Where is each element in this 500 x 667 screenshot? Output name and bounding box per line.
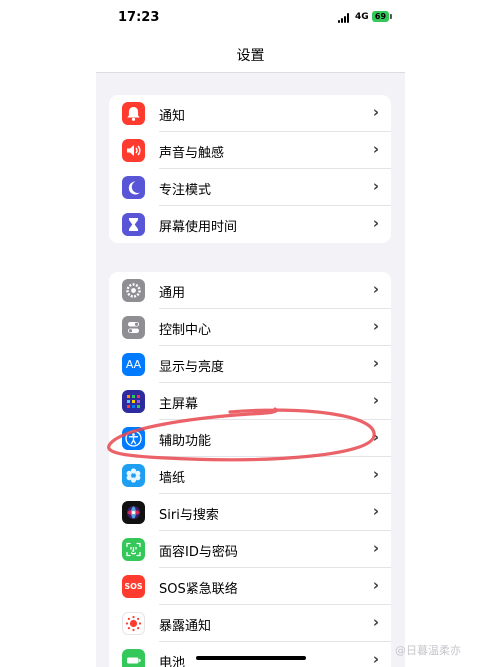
network-type: 4G xyxy=(355,12,369,22)
highlight-annotation xyxy=(107,407,376,462)
chevron-right-icon: › xyxy=(372,177,379,195)
battery-level-icon: 69 xyxy=(372,11,392,22)
chevron-right-icon: › xyxy=(372,140,379,158)
settings-screen: 17:23 4G 69 设置 通知 › 声音与触感 › 专注模式 › 屏幕使用时… xyxy=(96,0,405,667)
settings-row-label: SOS紧急联络 xyxy=(159,582,238,597)
settings-row-label: 控制中心 xyxy=(159,323,212,338)
settings-row-label: 暴露通知 xyxy=(159,619,212,634)
exposure-icon xyxy=(122,612,145,635)
settings-row-label: 专注模式 xyxy=(159,183,212,198)
toggle-switches-icon xyxy=(122,316,145,339)
chevron-right-icon: › xyxy=(372,354,379,372)
chevron-right-icon: › xyxy=(372,576,379,594)
gear-icon xyxy=(122,279,145,302)
settings-row-battery[interactable]: 电池 › xyxy=(109,642,391,667)
settings-row-face-id[interactable]: 面容ID与密码 › xyxy=(109,531,391,568)
chevron-right-icon: › xyxy=(372,317,379,335)
settings-row-label: 电池 xyxy=(159,656,186,667)
settings-row-label: 通用 xyxy=(159,286,186,301)
chevron-right-icon: › xyxy=(372,613,379,631)
status-bar: 17:23 4G 69 xyxy=(96,0,405,36)
settings-row-general[interactable]: 通用 › xyxy=(109,272,391,309)
chevron-right-icon: › xyxy=(372,650,379,667)
settings-row-exposure-notifications[interactable]: 暴露通知 › xyxy=(109,605,391,642)
speaker-icon xyxy=(122,139,145,162)
battery-icon xyxy=(122,649,145,667)
settings-row-screen-time[interactable]: 屏幕使用时间 › xyxy=(109,206,391,243)
bell-icon xyxy=(122,102,145,125)
cellular-signal-icon xyxy=(338,13,352,23)
watermark-text: @日暮温柔亦 xyxy=(395,644,461,657)
settings-row-label: 面容ID与密码 xyxy=(159,545,238,560)
settings-row-siri[interactable]: Siri与搜索 › xyxy=(109,494,391,531)
chevron-right-icon: › xyxy=(372,280,379,298)
chevron-right-icon: › xyxy=(372,502,379,520)
hourglass-icon xyxy=(122,213,145,236)
chevron-right-icon: › xyxy=(372,539,379,557)
status-time: 17:23 xyxy=(118,10,160,25)
face-id-icon xyxy=(122,538,145,561)
settings-row-label: 通知 xyxy=(159,109,186,124)
settings-row-label: 显示与亮度 xyxy=(159,360,225,375)
siri-icon xyxy=(122,501,145,524)
page-title: 设置 xyxy=(236,48,265,64)
moon-icon xyxy=(122,176,145,199)
settings-row-label: Siri与搜索 xyxy=(159,508,219,523)
settings-row-emergency-sos[interactable]: SOS SOS紧急联络 › xyxy=(109,568,391,605)
settings-row-control-center[interactable]: 控制中心 › xyxy=(109,309,391,346)
settings-row-focus[interactable]: 专注模式 › xyxy=(109,169,391,206)
navigation-bar: 设置 xyxy=(96,36,405,73)
chevron-right-icon: › xyxy=(372,214,379,232)
settings-row-label: 声音与触感 xyxy=(159,146,225,161)
settings-row-label: 屏幕使用时间 xyxy=(159,220,238,235)
settings-row-notifications[interactable]: 通知 › xyxy=(109,95,391,132)
sos-icon: SOS xyxy=(122,575,145,598)
settings-row-display[interactable]: AA 显示与亮度 › xyxy=(109,346,391,383)
settings-group-1: 通知 › 声音与触感 › 专注模式 › 屏幕使用时间 › xyxy=(109,95,391,243)
settings-row-sounds[interactable]: 声音与触感 › xyxy=(109,132,391,169)
chevron-right-icon: › xyxy=(372,103,379,121)
home-indicator xyxy=(196,656,306,660)
text-size-icon: AA xyxy=(122,353,145,376)
